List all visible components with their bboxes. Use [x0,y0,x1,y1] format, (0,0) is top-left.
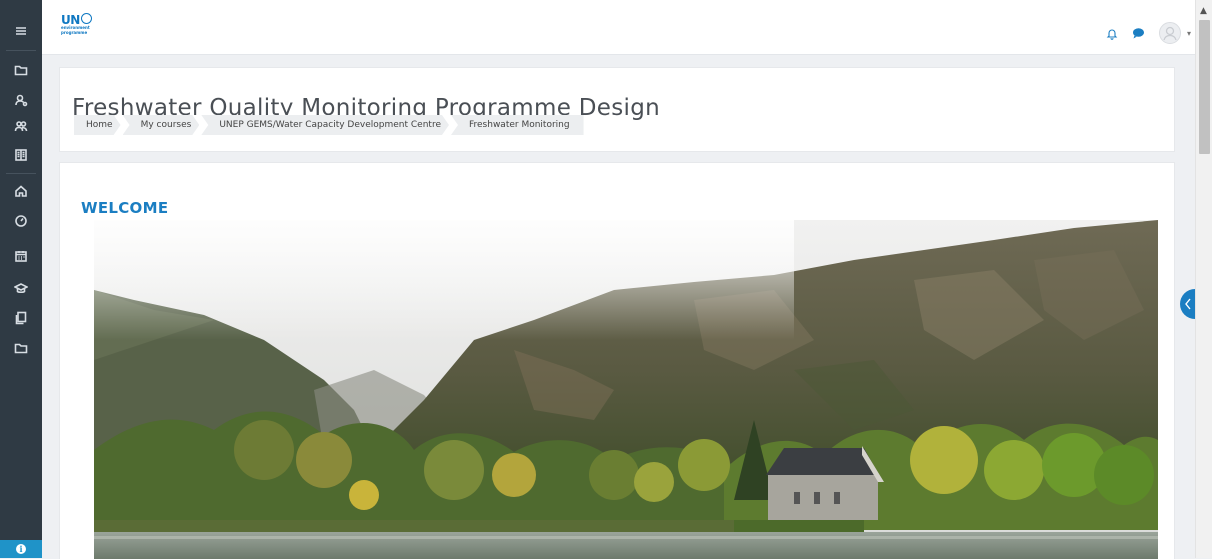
info-button[interactable]: i [0,540,42,558]
graduation-cap-icon[interactable] [0,274,42,302]
files-icon[interactable] [0,304,42,332]
scroll-up-icon[interactable]: ▲ [1200,6,1207,16]
top-bar: UN environment programme ▾ [42,0,1195,55]
info-icon: i [16,544,26,554]
home-icon[interactable] [0,177,42,205]
menu-icon[interactable] [0,17,42,45]
site-logo[interactable]: UN environment programme [61,13,92,35]
drawer-toggle-button[interactable] [1180,289,1195,319]
rail-divider [6,50,36,51]
folder-icon[interactable] [0,56,42,84]
avatar[interactable] [1158,22,1181,44]
bell-icon[interactable] [1106,27,1118,40]
breadcrumb-category[interactable]: UNEP GEMS/Water Capacity Development Cen… [201,115,449,135]
scrollbar[interactable]: ▲ [1195,0,1212,558]
breadcrumb-home[interactable]: Home [74,115,121,135]
section-title: WELCOME [81,199,169,218]
users-icon[interactable] [0,112,42,140]
folder-icon[interactable] [0,334,42,362]
breadcrumb-my-courses[interactable]: My courses [123,115,200,135]
breadcrumb: Home My courses UNEP GEMS/Water Capacity… [74,115,586,135]
chevron-down-icon[interactable]: ▾ [1187,29,1191,38]
chevron-left-icon [1184,298,1191,310]
logo-text-programme: programme [61,29,88,35]
course-content: WELCOME [59,162,1175,559]
calendar-icon[interactable] [0,242,42,270]
left-nav-rail: i [0,0,42,558]
un-emblem-icon [80,13,92,24]
dashboard-icon[interactable] [0,207,42,235]
chat-icon[interactable] [1132,27,1145,39]
hero-image [94,220,1158,559]
book-icon[interactable] [0,141,42,169]
scrollbar-thumb[interactable] [1199,20,1210,154]
page-header: Freshwater Quality Monitoring Programme … [59,67,1175,152]
rail-divider [6,173,36,174]
breadcrumb-course[interactable]: Freshwater Monitoring [450,115,584,135]
user-menu-area: ▾ [1106,22,1191,44]
user-settings-icon[interactable] [0,86,42,114]
